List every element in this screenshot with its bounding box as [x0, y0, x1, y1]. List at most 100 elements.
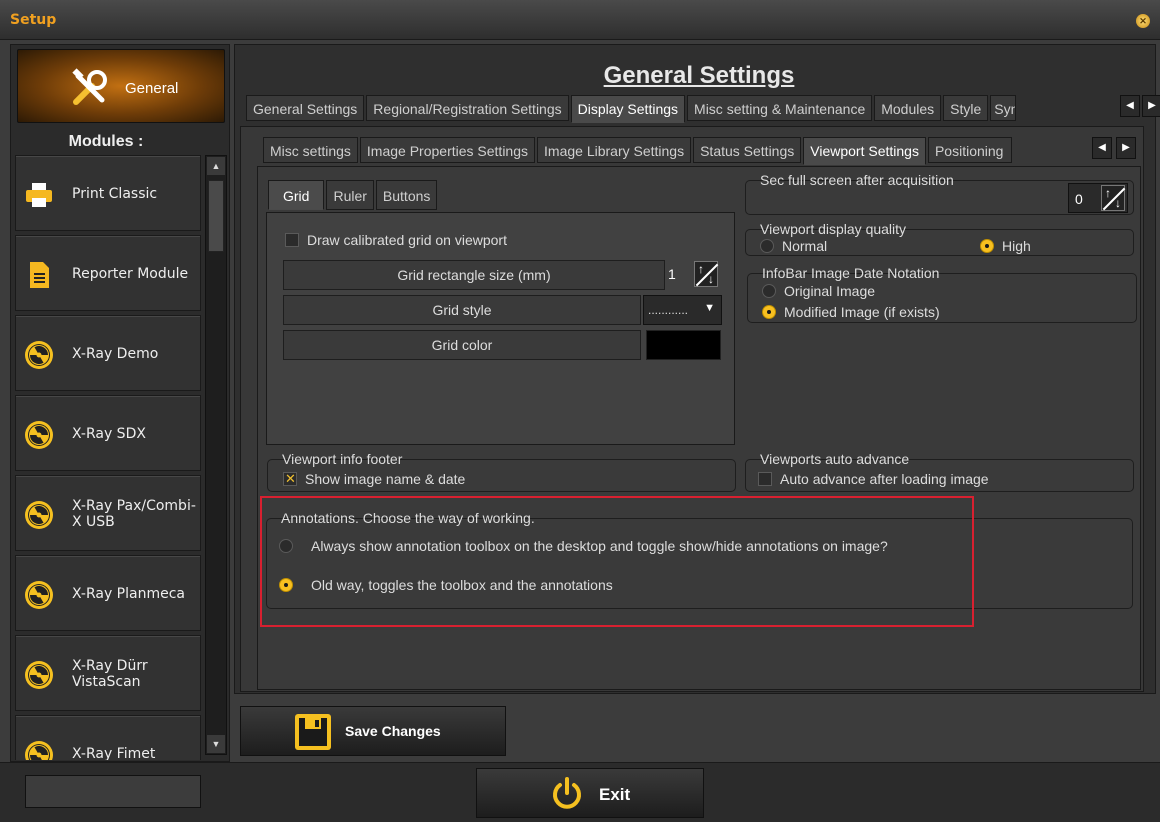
- modules-scrollbar[interactable]: ▲ ▼: [205, 155, 227, 755]
- modules-list: Print Classic Reporter Module X-Ray Demo: [13, 155, 203, 760]
- quality-high-radio[interactable]: [980, 239, 994, 253]
- tab-grid[interactable]: Grid: [268, 180, 325, 210]
- module-label: Reporter Module: [72, 266, 189, 282]
- fullscreen-title: Sec full screen after acquisition: [760, 172, 954, 188]
- module-reporter[interactable]: Reporter Module: [15, 235, 201, 311]
- grid-style-select[interactable]: ............ ▼: [643, 295, 722, 325]
- title-bar: Setup ✕: [0, 0, 1160, 40]
- tab-image-properties[interactable]: Image Properties Settings: [359, 137, 536, 163]
- general-button[interactable]: General: [17, 49, 225, 123]
- fullscreen-seconds-value: 0: [1075, 191, 1083, 207]
- close-icon[interactable]: ✕: [1136, 14, 1150, 28]
- subtab-scroll-right-icon[interactable]: ▶: [1116, 137, 1136, 159]
- modules-heading: Modules :: [68, 133, 144, 150]
- chevron-down-icon: ▼: [704, 302, 715, 314]
- show-image-name-option[interactable]: Show image name & date: [283, 471, 465, 487]
- radiation-icon: [25, 581, 53, 609]
- radiation-icon: [25, 421, 53, 449]
- grid-rect-size-label: Grid rectangle size (mm): [283, 260, 665, 290]
- window-title: Setup: [10, 12, 57, 28]
- tab-buttons[interactable]: Buttons: [375, 180, 438, 210]
- auto-advance-label: Auto advance after loading image: [780, 471, 989, 487]
- auto-advance-option[interactable]: Auto advance after loading image: [758, 471, 989, 487]
- module-label: X-Ray Dürr VistaScan: [72, 658, 148, 690]
- infobar-modified-option[interactable]: Modified Image (if exists): [762, 304, 940, 320]
- radiation-icon: [25, 501, 53, 529]
- scroll-down-icon[interactable]: ▼: [207, 735, 225, 753]
- tab-regional-registration[interactable]: Regional/Registration Settings: [366, 95, 569, 121]
- module-xray-durr[interactable]: X-Ray Dürr VistaScan: [15, 635, 201, 711]
- tab-syn[interactable]: Syn: [990, 95, 1017, 121]
- grid-tabs: Grid Ruler Buttons: [268, 180, 439, 210]
- tab-status-settings[interactable]: Status Settings: [693, 137, 802, 163]
- show-image-name-checkbox[interactable]: [283, 471, 297, 487]
- module-xray-fimet[interactable]: X-Ray Fimet: [15, 715, 201, 760]
- grid-style-label: Grid style: [283, 295, 641, 325]
- module-xray-pax[interactable]: X-Ray Pax/Combi-X USB: [15, 475, 201, 551]
- quality-high-label: High: [1002, 238, 1031, 254]
- module-label: X-Ray Demo: [72, 346, 159, 362]
- save-changes-button[interactable]: Save Changes: [240, 706, 506, 756]
- tab-modules[interactable]: Modules: [874, 95, 942, 121]
- power-icon: [553, 777, 581, 809]
- infobar-original-radio[interactable]: [762, 284, 776, 298]
- radiation-icon: [25, 741, 53, 760]
- display-quality-title: Viewport display quality: [760, 221, 907, 237]
- module-print-classic[interactable]: Print Classic: [15, 155, 201, 231]
- radiation-icon: [25, 661, 53, 689]
- grid-color-swatch[interactable]: [646, 330, 721, 360]
- scroll-thumb[interactable]: [208, 180, 224, 252]
- draw-calibrated-grid-checkbox[interactable]: [285, 233, 299, 247]
- infobar-date-title: InfoBar Image Date Notation: [762, 265, 940, 281]
- infobar-original-label: Original Image: [784, 283, 876, 299]
- tab-positioning[interactable]: Positioning: [927, 137, 1012, 163]
- document-icon: [30, 262, 49, 288]
- auto-advance-checkbox[interactable]: [758, 472, 772, 486]
- quality-normal-radio[interactable]: [760, 239, 774, 253]
- tab-image-library[interactable]: Image Library Settings: [537, 137, 692, 163]
- status-box: [25, 775, 201, 808]
- module-xray-sdx[interactable]: X-Ray SDX: [15, 395, 201, 471]
- module-label: X-Ray Planmeca: [72, 586, 185, 602]
- show-image-name-label: Show image name & date: [305, 471, 466, 487]
- module-label: X-Ray SDX: [72, 426, 146, 442]
- save-icon: [295, 714, 331, 750]
- tab-general-settings[interactable]: General Settings: [246, 95, 365, 121]
- grid-color-label: Grid color: [283, 330, 641, 360]
- subtab-scroll-left-icon[interactable]: ◀: [1092, 137, 1112, 159]
- tab-scroll-right-icon[interactable]: ▶: [1142, 95, 1160, 117]
- page-title: General Settings: [603, 62, 795, 89]
- fullscreen-seconds-spinner[interactable]: [1101, 185, 1126, 211]
- tab-display-settings[interactable]: Display Settings: [570, 95, 686, 123]
- highlight-box: [260, 496, 974, 627]
- module-label: X-Ray Fimet: [72, 746, 156, 760]
- module-label: X-Ray Pax/Combi-X USB: [72, 498, 196, 530]
- grid-rect-size-spinner[interactable]: [694, 261, 719, 287]
- sub-tabs: Misc settings Image Properties Settings …: [263, 137, 1014, 165]
- infobar-modified-label: Modified Image (if exists): [784, 304, 940, 320]
- module-label: Print Classic: [72, 186, 158, 202]
- quality-high-option[interactable]: High: [980, 238, 1031, 254]
- module-xray-demo[interactable]: X-Ray Demo: [15, 315, 201, 391]
- exit-label: Exit: [599, 785, 631, 804]
- draw-calibrated-grid-option[interactable]: Draw calibrated grid on viewport: [285, 232, 507, 248]
- module-xray-planmeca[interactable]: X-Ray Planmeca: [15, 555, 201, 631]
- tab-style[interactable]: Style: [943, 95, 989, 121]
- grid-style-value: ............: [648, 303, 689, 317]
- infobar-original-option[interactable]: Original Image: [762, 283, 875, 299]
- tab-ruler[interactable]: Ruler: [326, 180, 374, 210]
- tab-misc-maintenance[interactable]: Misc setting & Maintenance: [687, 95, 873, 121]
- tab-viewport-settings[interactable]: Viewport Settings: [803, 137, 926, 165]
- quality-normal-option[interactable]: Normal: [760, 238, 827, 254]
- infobar-modified-radio[interactable]: [762, 305, 776, 319]
- quality-normal-label: Normal: [782, 238, 828, 254]
- draw-calibrated-grid-label: Draw calibrated grid on viewport: [307, 232, 507, 248]
- tab-misc-settings[interactable]: Misc settings: [263, 137, 358, 163]
- grid-rect-size-value[interactable]: 1: [668, 266, 676, 282]
- exit-button[interactable]: Exit: [476, 768, 704, 818]
- printer-icon: [26, 183, 52, 207]
- tab-scroll-left-icon[interactable]: ◀: [1120, 95, 1140, 117]
- tools-icon: [72, 68, 107, 105]
- scroll-up-icon[interactable]: ▲: [207, 157, 225, 175]
- radiation-icon: [25, 341, 53, 369]
